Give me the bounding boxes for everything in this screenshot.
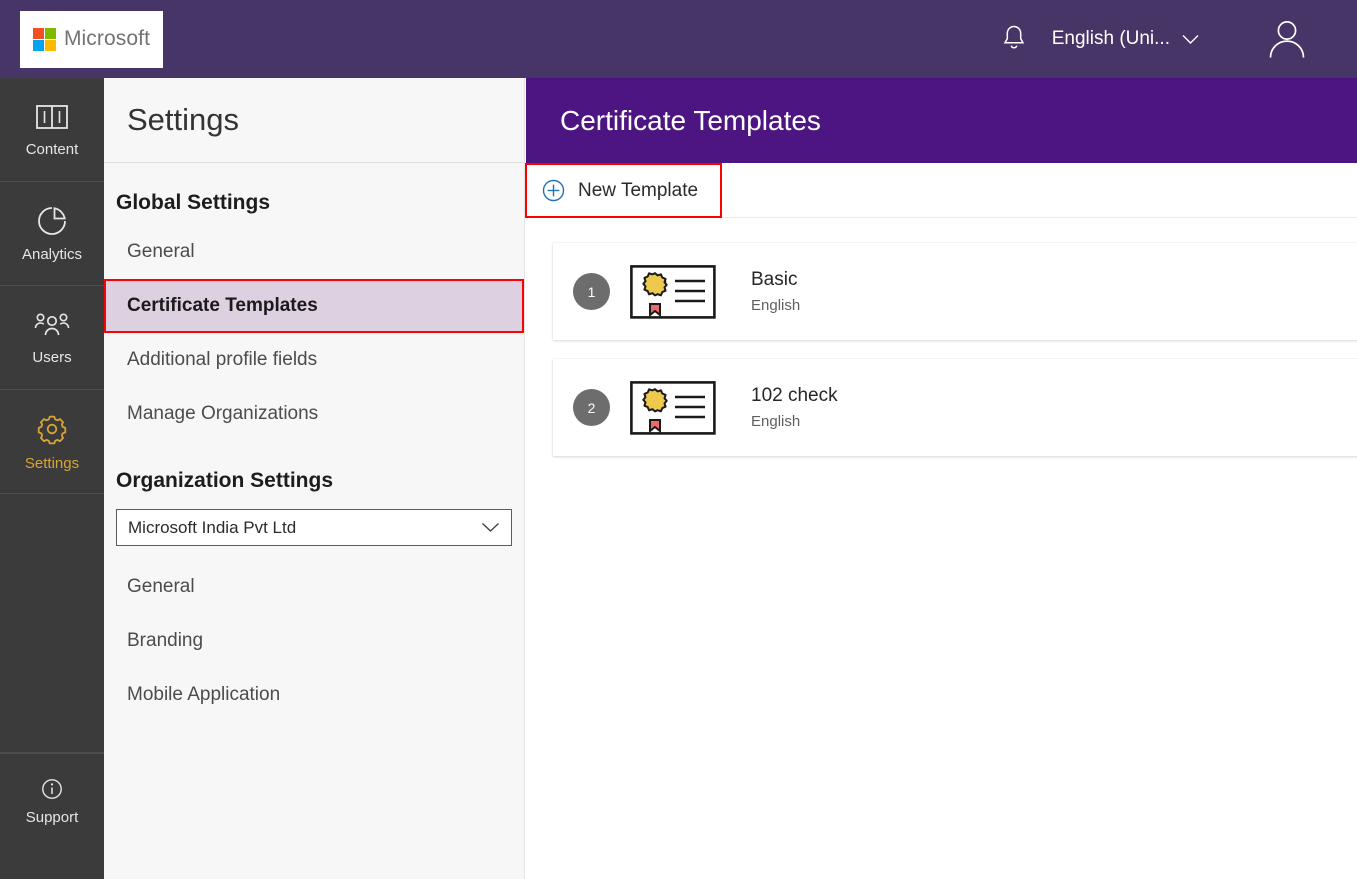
user-avatar-icon (1269, 21, 1305, 58)
app-root: Microsoft English (Uni... Content Analyt… (0, 0, 1357, 879)
sidebar-item-settings[interactable]: Settings (0, 390, 104, 494)
logo-square-red (32, 27, 44, 39)
plus-circle-icon (542, 179, 565, 202)
organization-select[interactable]: Microsoft India Pvt Ltd (116, 509, 512, 546)
settings-panel-title: Settings (104, 78, 524, 163)
content-toolbar: New Template (525, 163, 1357, 218)
settings-nav-label: Additional profile fields (127, 349, 318, 370)
certificate-icon (630, 380, 716, 435)
info-icon (42, 778, 62, 799)
global-settings-heading: Global Settings (116, 191, 271, 214)
organization-select-wrapper: Microsoft India Pvt Ltd (104, 503, 524, 546)
template-card-text: Basic English (751, 269, 800, 314)
settings-panel: Settings Global Settings General Certifi… (104, 78, 525, 879)
microsoft-logo[interactable]: Microsoft (20, 10, 163, 68)
main-content: Certificate Templates New Template 1 Bas… (525, 78, 1357, 879)
new-template-label: New Template (578, 179, 699, 201)
sidebar-item-label: Analytics (21, 245, 83, 263)
settings-nav-label: Manage Organizations (127, 403, 319, 424)
sidebar-item-label: Users (32, 348, 72, 366)
settings-nav-label: General (127, 576, 195, 597)
chevron-down-icon (1182, 34, 1199, 44)
language-label: English (Uni... (1051, 28, 1170, 49)
notifications-button[interactable] (990, 15, 1038, 63)
settings-nav-label: Certificate Templates (127, 295, 318, 316)
logo-square-blue (32, 39, 44, 51)
microsoft-wordmark: Microsoft (63, 27, 151, 50)
settings-nav-mobile-application[interactable]: Mobile Application (104, 668, 524, 722)
logo-square-green (44, 27, 56, 39)
template-list: 1 Basic English 2 102 check English (526, 218, 1357, 456)
left-nav-rail: Content Analytics Users Settings Support (0, 78, 104, 879)
rail-spacer (0, 494, 104, 753)
settings-nav-general-org[interactable]: General (104, 560, 524, 614)
top-bar: Microsoft English (Uni... (0, 0, 1357, 78)
settings-nav-branding[interactable]: Branding (104, 614, 524, 668)
bell-icon (1003, 25, 1024, 49)
pie-chart-icon (38, 206, 66, 235)
template-card-text: 102 check English (751, 385, 838, 430)
settings-nav-label: Mobile Application (127, 684, 281, 705)
new-template-button[interactable]: New Template (525, 163, 722, 218)
template-card[interactable]: 2 102 check English (553, 359, 1357, 456)
template-language: English (751, 297, 801, 314)
settings-nav-additional-profile-fields[interactable]: Additional profile fields (104, 333, 524, 387)
book-icon (36, 104, 68, 129)
sidebar-item-support[interactable]: Support (0, 753, 104, 849)
language-selector[interactable]: English (Uni... (1038, 15, 1213, 63)
sidebar-item-label: Settings (24, 454, 80, 472)
microsoft-logo-icon (32, 27, 56, 51)
settings-nav-certificate-templates[interactable]: Certificate Templates (104, 279, 524, 333)
sidebar-item-label: Content (25, 140, 79, 158)
settings-nav-manage-organizations[interactable]: Manage Organizations (104, 387, 524, 441)
sidebar-item-users[interactable]: Users (0, 286, 104, 390)
gear-icon (37, 415, 67, 444)
template-index-badge: 2 (573, 389, 610, 426)
organization-select-value: Microsoft India Pvt Ltd (128, 517, 297, 537)
certificate-icon (630, 264, 716, 319)
logo-square-yellow (44, 39, 56, 51)
settings-nav-general-global[interactable]: General (104, 225, 524, 279)
people-icon (34, 313, 70, 335)
template-title: 102 check (751, 385, 838, 406)
settings-nav-label: General (127, 241, 195, 262)
sidebar-item-label: Support (25, 808, 79, 826)
template-index-badge: 1 (573, 273, 610, 310)
user-avatar-button[interactable] (1255, 11, 1319, 67)
organization-settings-heading: Organization Settings (116, 469, 334, 492)
top-bar-actions: English (Uni... (990, 0, 1357, 78)
sidebar-item-analytics[interactable]: Analytics (0, 182, 104, 286)
template-card[interactable]: 1 Basic English (553, 243, 1357, 340)
settings-nav-label: Branding (127, 630, 204, 651)
template-language: English (751, 413, 801, 430)
template-title: Basic (751, 269, 798, 290)
page-title: Certificate Templates (526, 78, 1357, 163)
chevron-down-icon (481, 518, 500, 538)
sidebar-item-content[interactable]: Content (0, 78, 104, 182)
